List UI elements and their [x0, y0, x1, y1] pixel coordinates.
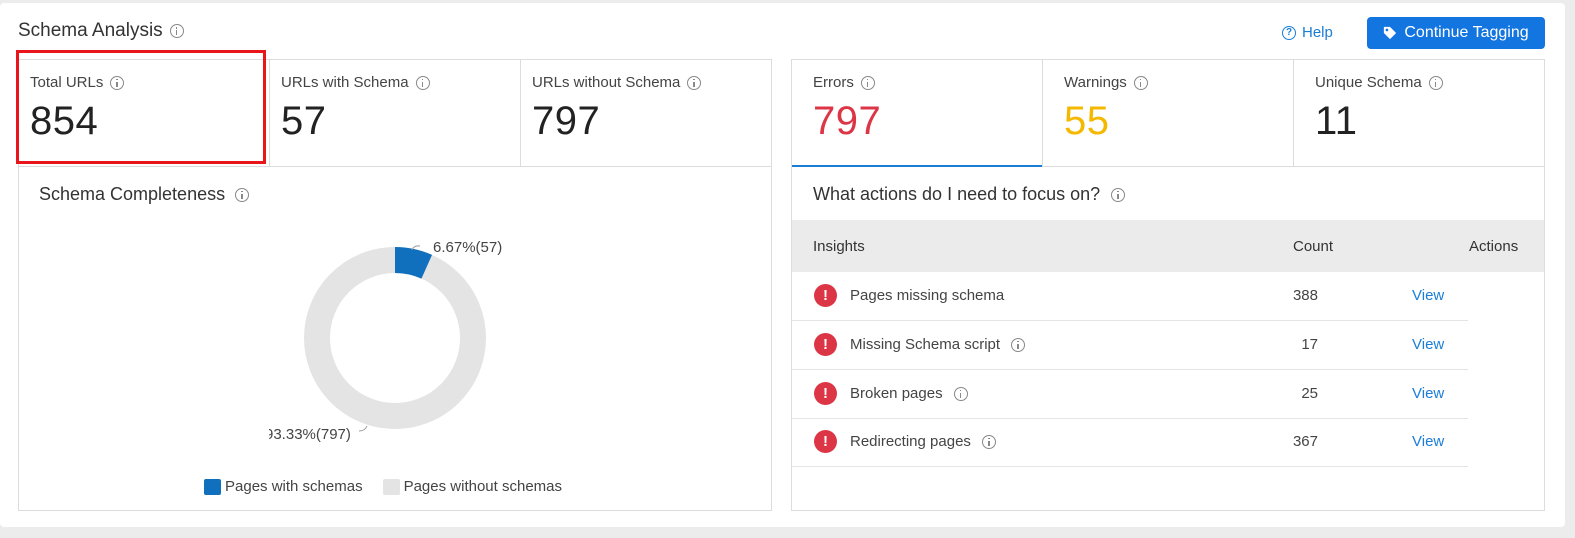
stat-errors[interactable]: Errors 797: [792, 60, 1043, 167]
stat-unique-schema[interactable]: Unique Schema 11: [1294, 60, 1544, 166]
tag-icon: [1384, 26, 1397, 40]
info-icon[interactable]: [1133, 75, 1148, 90]
donut-slice-without[interactable]: [304, 247, 486, 429]
view-link[interactable]: View: [1412, 287, 1444, 304]
stat-urls-without-schema: URLs without Schema 797: [521, 60, 771, 166]
insight-count: 17: [1301, 336, 1318, 353]
legend-item-without[interactable]: Pages without schemas: [382, 478, 562, 495]
stat-value: 797: [813, 99, 882, 143]
info-icon[interactable]: [1428, 75, 1443, 90]
info-icon[interactable]: [981, 434, 996, 449]
info-icon[interactable]: [953, 386, 968, 401]
error-icon: !: [814, 333, 837, 356]
slice-label-with: 6.67%(57): [433, 239, 502, 256]
info-icon[interactable]: [235, 187, 250, 202]
continue-tagging-button[interactable]: Continue Tagging: [1367, 17, 1545, 49]
schema-completeness-title: Schema Completeness: [39, 184, 250, 205]
info-icon[interactable]: [169, 24, 184, 38]
insight-count: 388: [1292, 287, 1318, 304]
info-icon[interactable]: [1011, 337, 1026, 352]
info-icon[interactable]: [687, 75, 702, 90]
table-row: ! Broken pages 25 View: [792, 370, 1468, 419]
actions-title: What actions do I need to focus on?: [813, 184, 1126, 205]
legend-swatch: [382, 478, 400, 495]
completeness-donut-chart: 6.67%(57) 93.33%(797): [269, 239, 502, 443]
stat-value: 57: [281, 99, 327, 143]
view-link[interactable]: View: [1412, 385, 1444, 402]
slice-label-without: 93.33%(797): [269, 426, 351, 443]
insight-name: Missing Schema script: [850, 336, 1026, 353]
insight-name: Redirecting pages: [850, 433, 996, 450]
stat-value: 11: [1315, 99, 1358, 143]
question-icon: ?: [1282, 25, 1296, 40]
table-row: ! Missing Schema script 17 View: [792, 321, 1468, 370]
table-row: ! Redirecting pages 367 View: [792, 418, 1468, 467]
help-link[interactable]: ? Help: [1282, 24, 1333, 41]
view-link[interactable]: View: [1412, 433, 1444, 450]
column-header-insights: Insights: [813, 238, 865, 255]
insight-name: Pages missing schema: [850, 287, 1005, 304]
error-icon: !: [814, 284, 837, 307]
legend-item-with[interactable]: Pages with schemas: [204, 478, 363, 495]
insights-table-header: Insights Count Actions: [792, 220, 1544, 272]
label-leader-line: [358, 425, 368, 432]
insight-name: Broken pages: [850, 385, 968, 402]
info-icon[interactable]: [1111, 187, 1126, 202]
insight-count: 25: [1301, 385, 1318, 402]
legend-swatch: [204, 478, 221, 495]
insight-count: 367: [1292, 433, 1318, 450]
stat-value: 55: [1064, 99, 1110, 143]
donut-slice-with[interactable]: [394, 247, 433, 279]
highlight-box: [16, 50, 266, 164]
stat-urls-with-schema: URLs with Schema 57: [270, 60, 521, 166]
error-icon: !: [814, 430, 837, 453]
right-panel: Errors 797 Warnings 55 Unique Schema 11 …: [791, 59, 1545, 511]
column-header-count: Count: [1293, 238, 1334, 255]
column-header-actions: Actions: [1469, 238, 1519, 255]
view-link[interactable]: View: [1412, 336, 1444, 353]
info-icon[interactable]: [415, 75, 430, 90]
issue-stats: Errors 797 Warnings 55 Unique Schema 11: [792, 60, 1544, 167]
page-title: Schema Analysis: [18, 20, 184, 42]
table-row: ! Pages missing schema 388 View: [792, 272, 1468, 321]
stat-warnings[interactable]: Warnings 55: [1043, 60, 1294, 166]
error-icon: !: [814, 382, 837, 405]
info-icon[interactable]: [860, 75, 875, 90]
chart-legend: Pages with schemas Pages without schemas: [204, 478, 582, 495]
stat-value: 797: [532, 99, 601, 143]
